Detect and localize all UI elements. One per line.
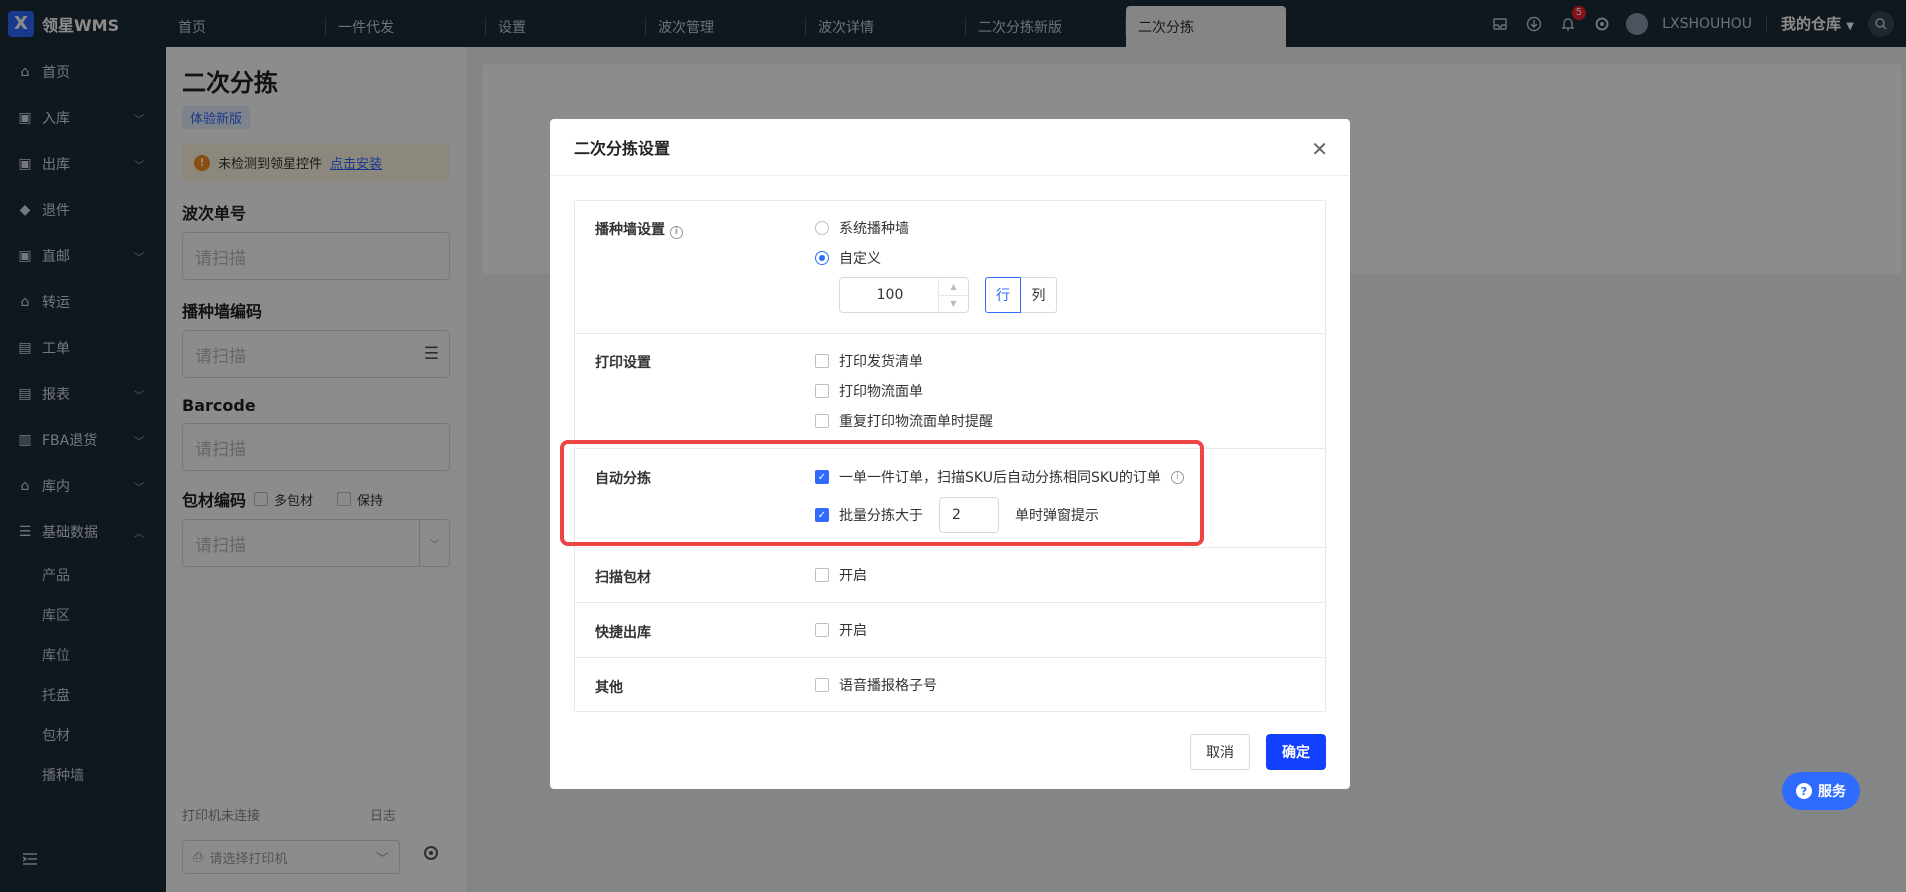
quick-outbound-enable-label: 开启 <box>839 623 867 639</box>
voice-broadcast-label: 语音播报格子号 <box>839 678 937 694</box>
other-options: 语音播报格子号 <box>815 670 937 700</box>
toggle-row[interactable]: 行 <box>985 277 1021 313</box>
settings-row-sowing-wall: 播种墙设置 i 系统播种墙 自定义 100 ▲ ▼ 行 列 <box>575 201 1325 334</box>
radio-system-wall[interactable]: 系统播种墙 <box>815 213 1057 243</box>
scan-packaging-label: 扫描包材 <box>595 570 651 586</box>
checkbox-box <box>815 568 829 582</box>
voice-broadcast-checkbox[interactable]: 语音播报格子号 <box>815 670 937 700</box>
wall-size-value: 100 <box>876 287 904 303</box>
highlight-annotation <box>560 440 1204 546</box>
quick-outbound-options: 开启 <box>815 615 867 645</box>
help-icon: ? <box>1796 783 1812 799</box>
reprint-warning-checkbox[interactable]: 重复打印物流面单时提醒 <box>815 406 993 436</box>
toggle-column[interactable]: 列 <box>1021 277 1057 313</box>
modal-title: 二次分拣设置 <box>574 139 671 158</box>
wall-size-input[interactable]: 100 ▲ ▼ <box>839 277 969 313</box>
print-label-label: 打印物流面单 <box>839 384 923 400</box>
service-label: 服务 <box>1818 784 1846 800</box>
quick-outbound-label: 快捷出库 <box>595 625 651 641</box>
checkbox-box <box>815 354 829 368</box>
row-col-toggle: 行 列 <box>985 277 1057 313</box>
print-packing-list-label: 打印发货清单 <box>839 354 923 370</box>
radio-custom-wall-label: 自定义 <box>839 251 881 267</box>
modal-header: 二次分拣设置 ✕ <box>550 119 1350 176</box>
checkbox-box <box>815 678 829 692</box>
scan-packaging-options: 开启 <box>815 560 867 590</box>
checkbox-box <box>815 384 829 398</box>
cancel-button[interactable]: 取消 <box>1190 734 1250 770</box>
settings-row-scan-packaging: 扫描包材 开启 <box>575 548 1325 603</box>
service-button[interactable]: ? 服务 <box>1782 772 1860 810</box>
checkbox-box <box>815 414 829 428</box>
reprint-warning-label: 重复打印物流面单时提醒 <box>839 414 993 430</box>
step-up-icon[interactable]: ▲ <box>939 278 968 295</box>
step-down-icon[interactable]: ▼ <box>939 294 968 313</box>
checkbox-box <box>815 623 829 637</box>
scan-packaging-enable-checkbox[interactable]: 开启 <box>815 560 867 590</box>
settings-row-other: 其他 语音播报格子号 <box>575 658 1325 711</box>
other-label: 其他 <box>595 680 623 696</box>
print-setting-label: 打印设置 <box>595 355 651 371</box>
sowing-wall-options: 系统播种墙 自定义 100 ▲ ▼ 行 列 <box>815 213 1057 313</box>
print-label-checkbox[interactable]: 打印物流面单 <box>815 376 993 406</box>
radio-circle <box>815 221 829 235</box>
sowing-wall-setting-text: 播种墙设置 <box>595 222 665 238</box>
scan-packaging-enable-label: 开启 <box>839 568 867 584</box>
stepper: ▲ ▼ <box>938 278 968 312</box>
sowing-wall-setting-label: 播种墙设置 i <box>595 219 683 239</box>
radio-system-wall-label: 系统播种墙 <box>839 221 909 237</box>
settings-row-print: 打印设置 打印发货清单 打印物流面单 重复打印物流面单时提醒 <box>575 334 1325 449</box>
custom-wall-controls: 100 ▲ ▼ 行 列 <box>839 277 1057 313</box>
quick-outbound-enable-checkbox[interactable]: 开启 <box>815 615 867 645</box>
confirm-button[interactable]: 确定 <box>1266 734 1326 770</box>
print-packing-list-checkbox[interactable]: 打印发货清单 <box>815 346 993 376</box>
radio-custom-wall[interactable]: 自定义 <box>815 243 1057 273</box>
close-icon[interactable]: ✕ <box>1311 137 1328 161</box>
radio-circle-selected <box>815 251 829 265</box>
info-icon[interactable]: i <box>669 225 683 239</box>
print-options: 打印发货清单 打印物流面单 重复打印物流面单时提醒 <box>815 346 993 436</box>
settings-row-quick-outbound: 快捷出库 开启 <box>575 603 1325 658</box>
